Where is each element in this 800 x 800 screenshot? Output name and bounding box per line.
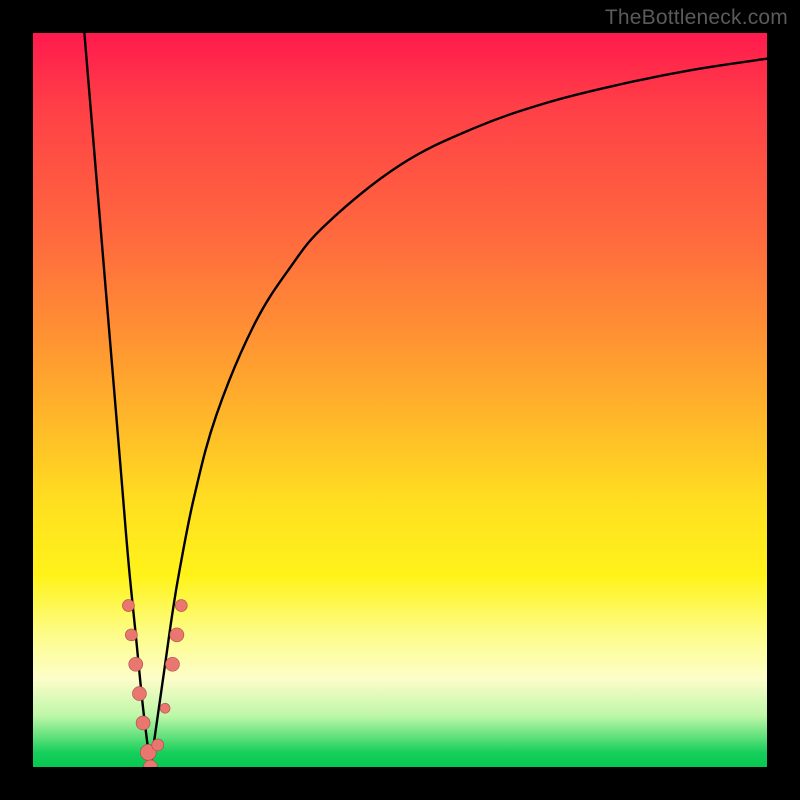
chart-frame: TheBottleneck.com bbox=[0, 0, 800, 800]
data-marker bbox=[170, 628, 184, 642]
watermark-text: TheBottleneck.com bbox=[605, 6, 788, 30]
plot-area bbox=[33, 33, 767, 767]
data-marker bbox=[125, 629, 137, 641]
curve-left-branch bbox=[84, 33, 150, 767]
marker-group bbox=[122, 600, 187, 767]
data-marker bbox=[132, 687, 146, 701]
data-marker bbox=[129, 657, 143, 671]
curve-group bbox=[84, 33, 767, 767]
chart-svg bbox=[33, 33, 767, 767]
data-marker bbox=[136, 716, 150, 730]
curve-right-branch bbox=[150, 59, 767, 767]
data-marker bbox=[122, 600, 134, 612]
data-marker bbox=[143, 760, 157, 767]
data-marker bbox=[175, 600, 187, 612]
data-marker bbox=[160, 703, 170, 713]
data-marker bbox=[152, 739, 164, 751]
data-marker bbox=[165, 657, 179, 671]
